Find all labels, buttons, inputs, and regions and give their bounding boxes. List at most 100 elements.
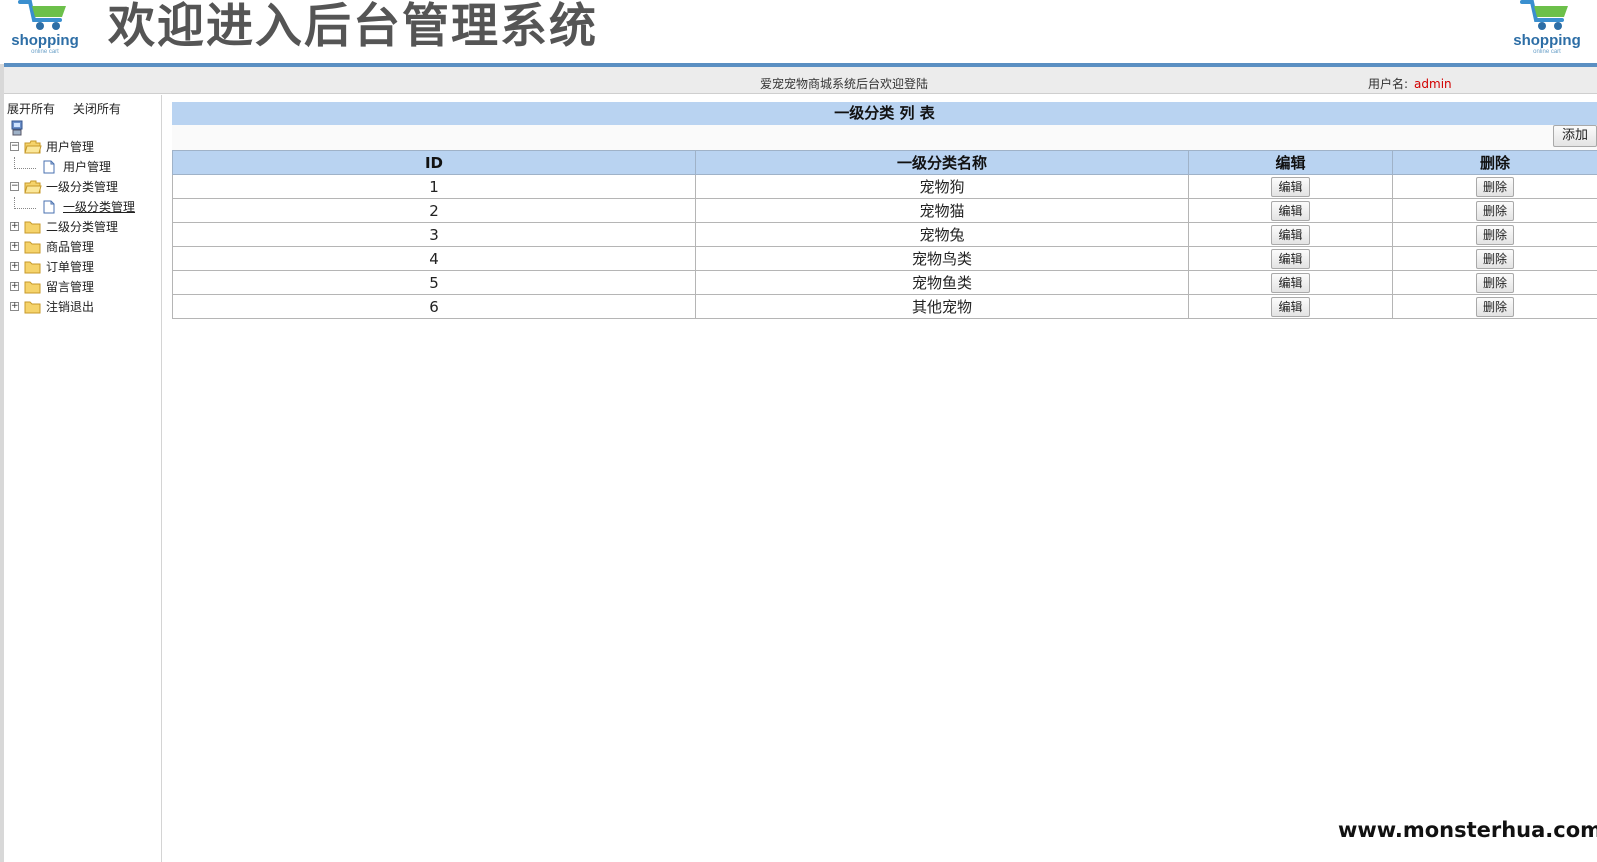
tree-controls: 展开所有 关闭所有 xyxy=(7,100,135,117)
tree-connector xyxy=(14,157,36,169)
cell-id: 3 xyxy=(172,222,696,247)
edit-button[interactable]: 编辑 xyxy=(1271,224,1310,245)
collapse-toggle-icon[interactable]: − xyxy=(10,182,19,191)
expand-toggle-icon[interactable]: + xyxy=(10,302,19,311)
user-name: admin xyxy=(1414,77,1452,91)
delete-button[interactable]: 删除 xyxy=(1475,176,1514,197)
logo-word: shopping xyxy=(11,32,79,49)
folder-icon xyxy=(24,300,42,320)
tree-leaf-label-active: 一级分类管理 xyxy=(63,200,136,214)
tree-node-category1-management[interactable]: − 一级分类管理 xyxy=(9,177,159,197)
cell-name: 宠物猫 xyxy=(695,198,1189,223)
collapse-all-link[interactable]: 关闭所有 xyxy=(73,102,121,116)
tree-label: 商品管理 xyxy=(46,240,95,254)
list-title: 一级分类 列 表 xyxy=(172,102,1597,125)
logo-word: shopping xyxy=(1513,32,1581,49)
cell-id: 2 xyxy=(172,198,696,223)
expand-toggle-icon[interactable]: + xyxy=(10,282,19,291)
table-row: 2 宠物猫 编辑 删除 xyxy=(172,198,1597,223)
table-row: 4 宠物鸟类 编辑 删除 xyxy=(172,246,1597,271)
tree-node-category2-management[interactable]: + 二级分类管理 xyxy=(9,217,159,237)
tree-label: 订单管理 xyxy=(46,260,95,274)
delete-button[interactable]: 删除 xyxy=(1475,296,1514,317)
cell-name: 宠物鸟类 xyxy=(695,246,1189,271)
logo-subtext: online cart xyxy=(1533,49,1561,55)
shopping-cart-icon xyxy=(18,0,66,30)
cell-name: 宠物鱼类 xyxy=(695,270,1189,295)
user-label: 用户名: xyxy=(1368,77,1409,91)
tree-node-order-management[interactable]: + 订单管理 xyxy=(9,257,159,277)
cell-id: 5 xyxy=(172,270,696,295)
column-header-edit: 编辑 xyxy=(1188,150,1393,175)
tree-leaf-category1-management[interactable]: 一级分类管理 xyxy=(9,197,159,217)
main-content: 一级分类 列 表 添加 ID 一级分类名称 编辑 删除 1 宠物狗 编辑 删除 … xyxy=(172,102,1597,319)
delete-button[interactable]: 删除 xyxy=(1475,248,1514,269)
cell-id: 4 xyxy=(172,246,696,271)
tree-node-message-management[interactable]: + 留言管理 xyxy=(9,277,159,297)
tree-leaf-user-management[interactable]: 用户管理 xyxy=(9,157,159,177)
user-info: 用户名: admin xyxy=(1368,75,1452,92)
cell-delete: 删除 xyxy=(1392,246,1597,271)
tree-label: 一级分类管理 xyxy=(46,180,119,194)
edit-button[interactable]: 编辑 xyxy=(1271,296,1310,317)
nav-tree: − 用户管理 用户管理 − 一级分类管理 一级分类管理 + 二级分类管理 + 商… xyxy=(9,137,159,317)
shopping-cart-icon xyxy=(1520,0,1568,30)
cell-edit: 编辑 xyxy=(1188,246,1393,271)
tree-label: 二级分类管理 xyxy=(46,220,119,234)
cell-delete: 删除 xyxy=(1392,174,1597,199)
tree-node-logout[interactable]: + 注销退出 xyxy=(9,297,159,317)
cell-edit: 编辑 xyxy=(1188,270,1393,295)
cell-edit: 编辑 xyxy=(1188,174,1393,199)
status-bar: 爱宠宠物商城系统后台欢迎登陆 用户名: admin xyxy=(4,67,1597,94)
sidebar: 展开所有 关闭所有 − 用户管理 用户管理 − 一级分类管理 一级分类管理 + … xyxy=(4,95,162,862)
welcome-text: 爱宠宠物商城系统后台欢迎登陆 xyxy=(760,77,929,91)
delete-button[interactable]: 删除 xyxy=(1475,224,1514,245)
tree-node-product-management[interactable]: + 商品管理 xyxy=(9,237,159,257)
edit-button[interactable]: 编辑 xyxy=(1271,176,1310,197)
cell-name: 宠物狗 xyxy=(695,174,1189,199)
column-header-name: 一级分类名称 xyxy=(695,150,1189,175)
delete-button[interactable]: 删除 xyxy=(1475,200,1514,221)
tree-leaf-label: 用户管理 xyxy=(63,160,112,174)
cell-delete: 删除 xyxy=(1392,270,1597,295)
expand-toggle-icon[interactable]: + xyxy=(10,262,19,271)
shopping-logo-right: shopping online cart xyxy=(1510,0,1584,60)
delete-button[interactable]: 删除 xyxy=(1475,272,1514,293)
logo-subtext: online cart xyxy=(31,49,59,55)
table-row: 1 宠物狗 编辑 删除 xyxy=(172,174,1597,199)
shopping-logo: shopping online cart xyxy=(8,0,82,60)
cell-id: 6 xyxy=(172,294,696,319)
cell-name: 其他宠物 xyxy=(695,294,1189,319)
cell-edit: 编辑 xyxy=(1188,198,1393,223)
cell-edit: 编辑 xyxy=(1188,222,1393,247)
cell-name: 宠物兔 xyxy=(695,222,1189,247)
cell-id: 1 xyxy=(172,174,696,199)
tree-label: 留言管理 xyxy=(46,280,95,294)
tree-node-user-management[interactable]: − 用户管理 xyxy=(9,137,159,157)
watermark: www.monsterhua.com xyxy=(1338,818,1597,842)
edit-button[interactable]: 编辑 xyxy=(1271,200,1310,221)
cell-edit: 编辑 xyxy=(1188,294,1393,319)
header: shopping online cart 欢迎进入后台管理系统 shopping… xyxy=(0,0,1597,64)
expand-toggle-icon[interactable]: + xyxy=(10,222,19,231)
edit-button[interactable]: 编辑 xyxy=(1271,272,1310,293)
expand-all-link[interactable]: 展开所有 xyxy=(7,102,55,116)
tree-label: 用户管理 xyxy=(46,140,95,154)
expand-toggle-icon[interactable]: + xyxy=(10,242,19,251)
cell-delete: 删除 xyxy=(1392,198,1597,223)
add-button[interactable]: 添加 xyxy=(1552,125,1597,147)
tree-label: 注销退出 xyxy=(46,300,95,314)
cell-delete: 删除 xyxy=(1392,294,1597,319)
cell-delete: 删除 xyxy=(1392,222,1597,247)
tree-connector xyxy=(14,197,36,209)
table-header-row: ID 一级分类名称 编辑 删除 xyxy=(172,150,1597,175)
category-table: ID 一级分类名称 编辑 删除 1 宠物狗 编辑 删除 2 宠物猫 编辑 删除 … xyxy=(172,150,1597,319)
table-row: 5 宠物鱼类 编辑 删除 xyxy=(172,270,1597,295)
table-row: 3 宠物兔 编辑 删除 xyxy=(172,222,1597,247)
column-header-delete: 删除 xyxy=(1392,150,1597,175)
table-row: 6 其他宠物 编辑 删除 xyxy=(172,294,1597,319)
edit-button[interactable]: 编辑 xyxy=(1271,248,1310,269)
page-title: 欢迎进入后台管理系统 xyxy=(108,0,598,54)
collapse-toggle-icon[interactable]: − xyxy=(10,142,19,151)
list-toolbar: 添加 xyxy=(172,125,1597,150)
